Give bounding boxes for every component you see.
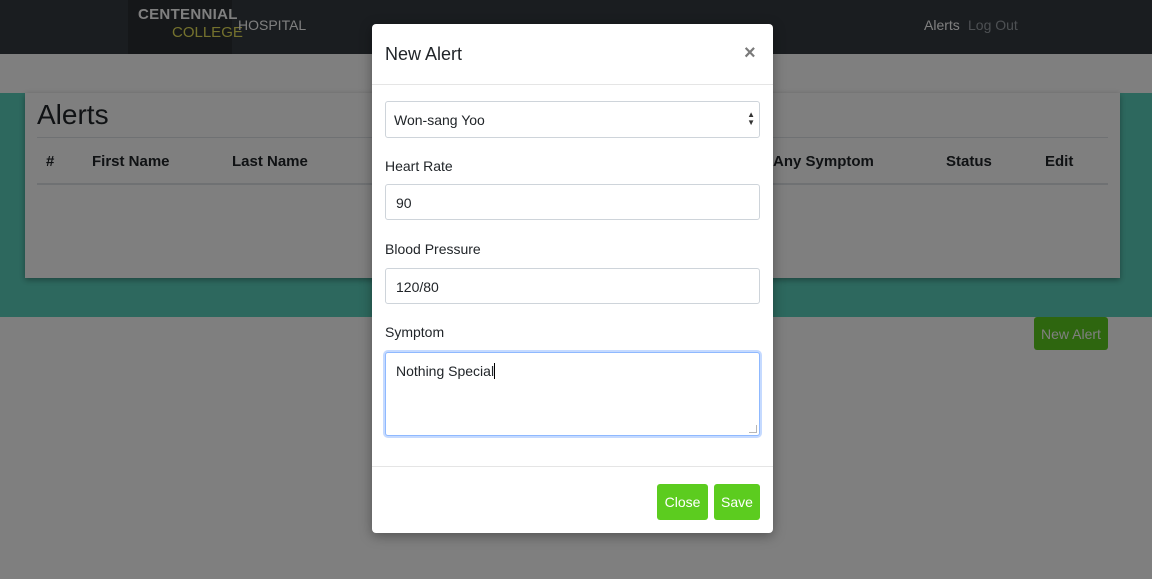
patient-select[interactable]: Won-sang Yoo ▲ ▼ <box>385 101 760 138</box>
symptom-value: Nothing Special <box>396 363 495 379</box>
heart-rate-value: 90 <box>396 195 412 211</box>
symptom-label: Symptom <box>385 324 445 340</box>
modal-title: New Alert <box>385 44 463 64</box>
modal-header: New Alert × <box>372 24 773 85</box>
blood-pressure-input[interactable]: 120/80 <box>385 268 760 304</box>
resize-grip-icon[interactable] <box>749 425 757 433</box>
select-arrows-icon: ▲ ▼ <box>747 110 755 127</box>
text-caret <box>494 363 496 379</box>
heart-rate-label: Heart Rate <box>385 158 453 174</box>
modal-footer: Close Save <box>372 466 773 533</box>
close-button[interactable]: Close <box>657 484 708 520</box>
blood-pressure-label: Blood Pressure <box>385 241 481 257</box>
close-icon[interactable]: × <box>744 42 756 65</box>
symptom-textarea[interactable]: Nothing Special <box>385 352 760 436</box>
new-alert-modal: New Alert × Won-sang Yoo ▲ ▼ Heart Rate 9… <box>372 24 773 533</box>
blood-pressure-value: 120/80 <box>396 279 439 295</box>
patient-select-value: Won-sang Yoo <box>394 112 485 128</box>
save-button[interactable]: Save <box>714 484 760 520</box>
heart-rate-input[interactable]: 90 <box>385 184 760 220</box>
